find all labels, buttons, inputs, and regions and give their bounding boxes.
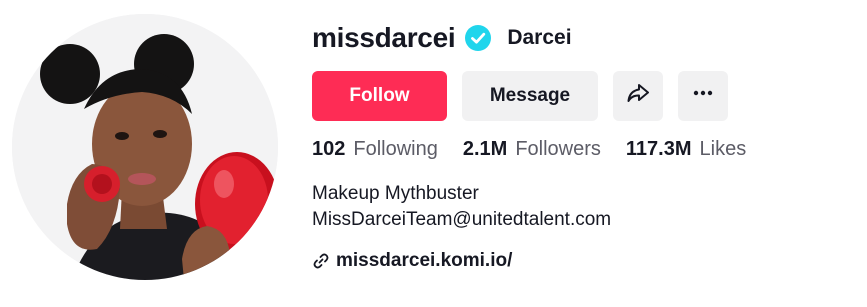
message-button[interactable]: Message [462,71,598,121]
link-icon [312,252,330,270]
profile-link[interactable]: missdarcei.komi.io/ [312,250,512,272]
profile-bio: Makeup Mythbuster MissDarceiTeam@unitedt… [312,181,611,233]
ellipsis-icon [691,81,715,111]
share-arrow-icon [625,80,651,112]
stat-likes: 117.3M Likes [626,138,746,161]
stat-followers-label: Followers [515,138,601,160]
profile-link-text: missdarcei.komi.io/ [336,250,513,271]
profile-username: missdarcei [312,22,456,53]
more-options-button[interactable] [678,71,728,121]
stat-likes-label: Likes [699,138,747,160]
profile-title-row: missdarcei Darcei [312,18,572,58]
bio-line: Makeup Mythbuster [312,183,479,204]
profile-nickname: Darcei [507,26,572,49]
stat-followers-count: 2.1M [462,138,508,160]
profile-avatar[interactable] [12,14,278,280]
stat-likes-count: 117.3M [625,138,692,160]
share-button[interactable] [613,71,663,121]
follow-button[interactable]: Follow [312,71,447,121]
bio-line: MissDarceiTeam@unitedtalent.com [312,209,612,230]
profile-stats: 102 Following 2.1M Followers 117.3M Like… [312,138,771,161]
profile-action-buttons: Follow Message [312,71,728,121]
stat-followers[interactable]: 2.1M Followers [463,138,601,161]
avatar-image [12,14,278,280]
stat-following-label: Following [353,138,438,160]
verified-badge-icon [465,25,492,51]
stat-following-count: 102 [312,138,346,160]
stat-following[interactable]: 102 Following [312,138,438,161]
